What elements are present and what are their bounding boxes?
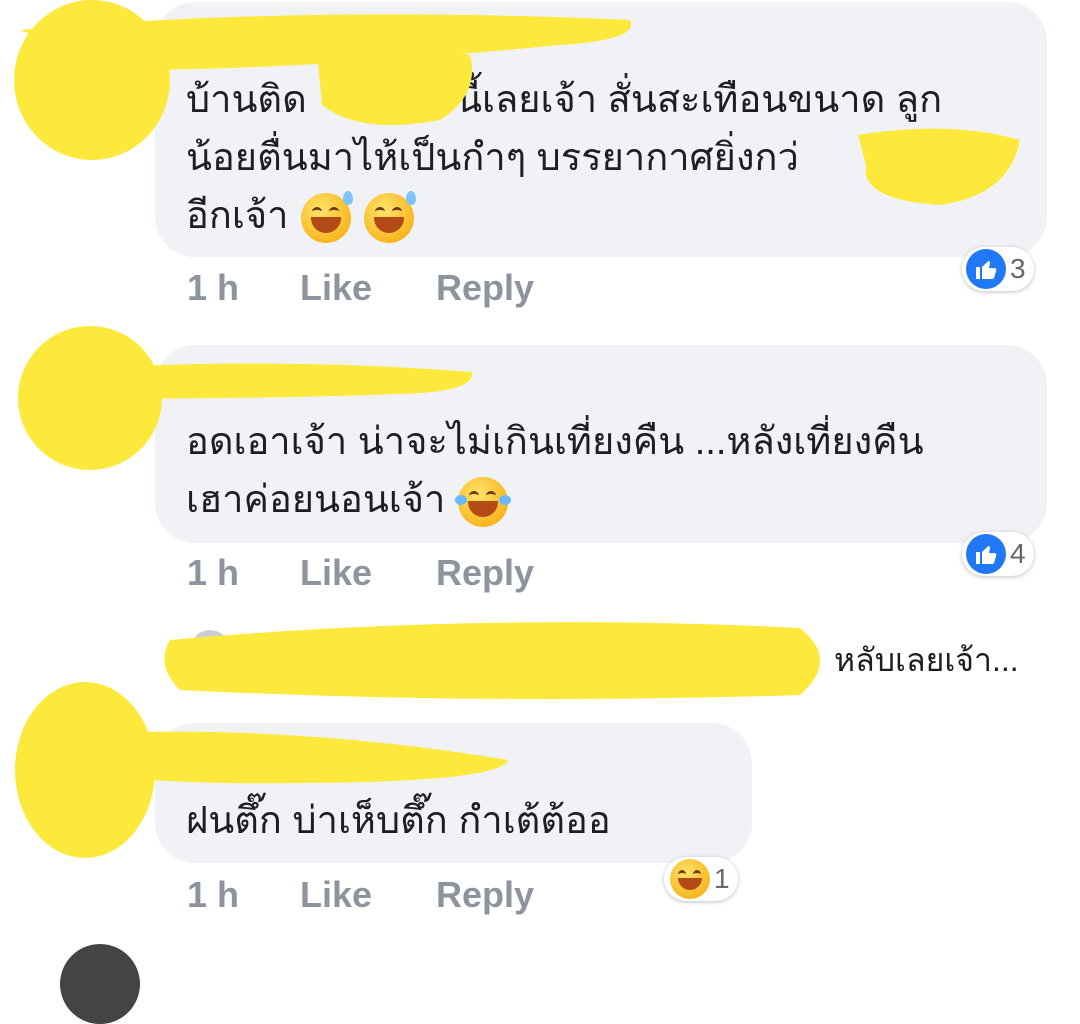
redaction-scribbles (14, 0, 1020, 858)
redaction-mark (60, 731, 508, 784)
redaction-mark (40, 363, 473, 399)
redaction-mark (318, 48, 472, 126)
redaction-mark (858, 128, 1020, 205)
redaction-mark (164, 622, 820, 699)
next-comment-avatar (60, 944, 140, 1024)
